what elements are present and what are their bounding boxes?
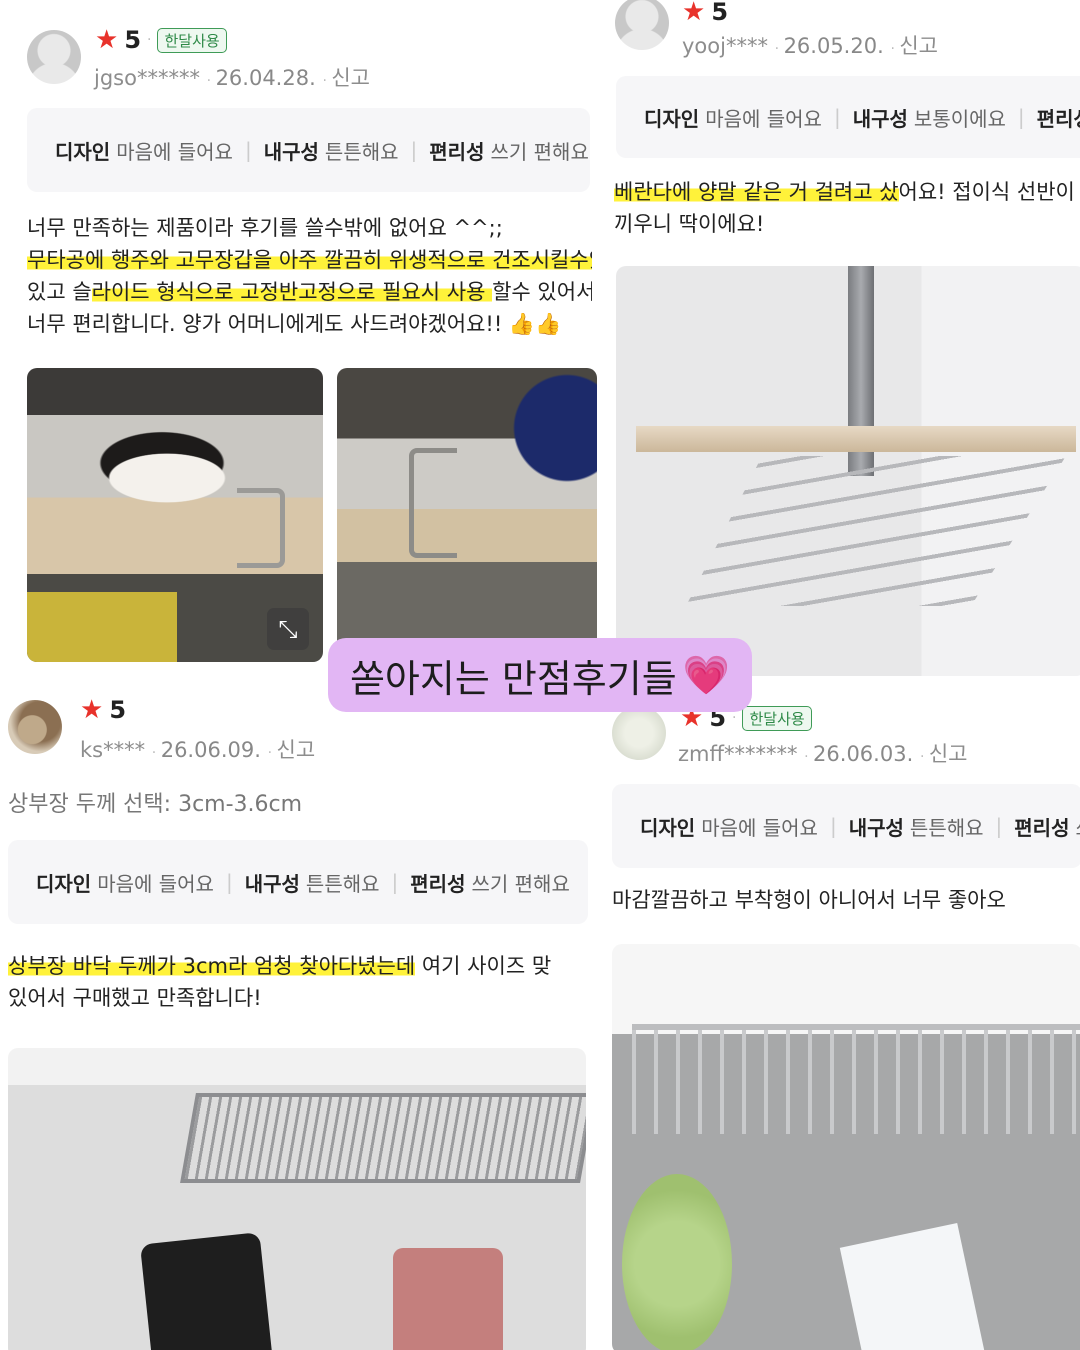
rating-score: 5 <box>124 26 142 54</box>
separator-dot: · <box>147 32 152 48</box>
avatar <box>27 30 81 84</box>
tag-value: 마음에 들어요 <box>116 139 233 164</box>
report-link[interactable]: 신고 <box>899 34 938 58</box>
star-icon: ★ <box>682 0 706 27</box>
usage-badge: 한달사용 <box>742 705 812 731</box>
review-card-2: ★ 5 yooj**** · 26.05.20. · 신고 디자인 마음에 들어요… <box>600 0 1080 690</box>
tag-value: 튼튼해요 <box>324 139 399 164</box>
review-meta: ks**** · 26.06.09. · 신고 <box>80 738 316 762</box>
star-icon: ★ <box>95 25 119 55</box>
headline-overlay: 쏟아지는 만점후기들 💗 <box>328 638 752 712</box>
review-photo[interactable] <box>8 1048 586 1350</box>
avatar <box>615 0 669 50</box>
review-date: 26.04.28. <box>215 66 316 90</box>
avatar <box>8 700 62 754</box>
username: ks**** <box>80 738 146 762</box>
separator-dot: · <box>732 710 737 726</box>
username: jgso****** <box>94 66 200 90</box>
heart-icon: 💗 <box>682 652 731 697</box>
review-line: 베란다에 양말 같은 거 걸려고 샀어요! 접이식 선반이 있 <box>614 180 1080 204</box>
review-body: 베란다에 양말 같은 거 걸려고 샀어요! 접이식 선반이 있 끼우니 딱이에요… <box>614 176 1080 240</box>
review-tags: 디자인 마음에 들어요 | 내구성 튼튼해요 | 편리성 쓰기 편해요 <box>27 108 590 192</box>
avatar <box>612 706 666 760</box>
review-date: 26.05.20. <box>783 34 884 58</box>
review-meta: jgso****** · 26.04.28. · 신고 <box>94 66 370 90</box>
rating-score: 5 <box>711 0 729 26</box>
username: yooj**** <box>682 34 768 58</box>
review-body: 너무 만족하는 제품이라 후기를 쓸수밖에 없어요 ^^;; 무타공에 행주와 … <box>27 212 592 340</box>
review-line: 있고 슬라이드 형식으로 고정반고정으로 필요시 사용 할수 있어서 <box>27 280 592 304</box>
usage-badge: 한달사용 <box>157 27 227 53</box>
review-photo[interactable] <box>616 266 1080 676</box>
review-line: 무타공에 행주와 고무장갑을 아주 깔끔히 위생적으로 건조시킬수있 <box>27 244 592 276</box>
rating-score: 5 <box>109 696 127 724</box>
review-line: 너무 편리합니다. 양가 어머니에게도 사드려야겠어요!! 👍👍 <box>27 312 562 336</box>
review-date: 26.06.09. <box>160 738 261 762</box>
review-line: 마감깔끔하고 부착형이 아니어서 너무 좋아오 <box>612 888 1006 912</box>
review-photo[interactable]: ⤡ <box>27 368 323 662</box>
star-icon: ★ <box>80 695 104 725</box>
review-body: 마감깔끔하고 부착형이 아니어서 너무 좋아오 <box>612 884 1078 916</box>
rating-row: ★ 5 <box>80 696 126 724</box>
review-tags: 디자인마음에 들어요 | 내구성튼튼해요 | 편리성쓰기 <box>612 784 1080 868</box>
review-card-1: ★ 5 · 한달사용 jgso****** · 26.04.28. · 신고 디… <box>0 0 600 680</box>
review-line: 상부장 바닥 두께가 3cm라 엄청 찾아다녔는데 여기 사이즈 맞 <box>8 954 552 978</box>
option-text: 상부장 두께 선택: 3cm-3.6cm <box>8 792 303 817</box>
review-card-3: ★ 5 ks**** · 26.06.09. · 신고 상부장 두께 선택: 3… <box>0 690 600 1350</box>
tag-key: 편리성 <box>429 139 485 164</box>
tag-key: 디자인 <box>55 139 111 164</box>
review-meta: zmff******* · 26.06.03. · 신고 <box>678 742 968 766</box>
expand-icon[interactable]: ⤡ <box>267 608 309 650</box>
rating-row: ★ 5 <box>682 0 728 26</box>
review-body: 상부장 바닥 두께가 3cm라 엄청 찾아다녔는데 여기 사이즈 맞 있어서 구… <box>8 950 588 1014</box>
review-photo[interactable] <box>612 944 1080 1350</box>
username: zmff******* <box>678 742 798 766</box>
review-photo[interactable] <box>337 368 597 662</box>
review-card-4: ★ 5 · 한달사용 zmff******* · 26.06.03. · 신고 … <box>600 690 1080 1350</box>
tag-key: 내구성 <box>263 139 319 164</box>
report-link[interactable]: 신고 <box>331 66 370 90</box>
review-line: 너무 만족하는 제품이라 후기를 쓸수밖에 없어요 ^^;; <box>27 216 503 240</box>
review-tags: 디자인 마음에 들어요 | 내구성 튼튼해요 | 편리성 쓰기 편해요 <box>8 840 588 924</box>
report-link[interactable]: 신고 <box>277 738 316 762</box>
tag-value: 쓰기 편해요 <box>490 139 589 164</box>
review-meta: yooj**** · 26.05.20. · 신고 <box>682 34 938 58</box>
report-link[interactable]: 신고 <box>929 742 968 766</box>
review-line: 있어서 구매했고 만족합니다! <box>8 986 262 1010</box>
headline-text: 쏟아지는 만점후기들 <box>349 656 677 701</box>
review-date: 26.06.03. <box>813 742 914 766</box>
review-tags: 디자인마음에 들어요 | 내구성보통이에요 | 편리성쓰기 <box>616 76 1080 158</box>
review-line: 끼우니 딱이에요! <box>614 212 765 236</box>
rating-row: ★ 5 · 한달사용 <box>95 26 227 54</box>
